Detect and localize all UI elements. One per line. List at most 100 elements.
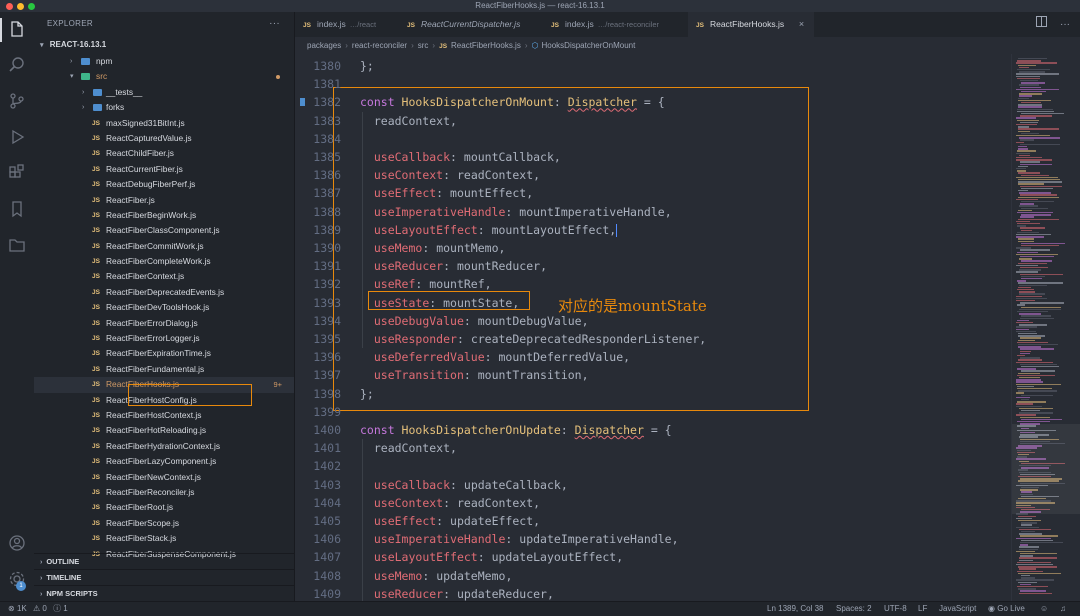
code-line[interactable]: 1389 useLayoutEffect: mountLayoutEffect, [295, 221, 1011, 239]
code-line[interactable]: 1394 useDebugValue: mountDebugValue, [295, 312, 1011, 330]
minimap[interactable] [1011, 54, 1080, 601]
code-line[interactable]: 1383 readContext, [295, 112, 1011, 130]
code-line[interactable]: 1406 useImperativeHandle: updateImperati… [295, 530, 1011, 548]
split-editor-icon[interactable] [1036, 12, 1047, 37]
outline-section[interactable]: › OUTLINE [34, 553, 294, 568]
tree-file[interactable]: JS ReactFiberHydrationContext.js [34, 439, 294, 454]
code-line[interactable]: 1395 useResponder: createDeprecatedRespo… [295, 330, 1011, 348]
source-control-icon[interactable] [7, 92, 27, 112]
code-line[interactable]: 1390 useMemo: mountMemo, [295, 239, 1011, 257]
code-line[interactable]: 1382 const HooksDispatcherOnMount: Dispat… [295, 93, 1011, 111]
code-line[interactable]: 1404 useContext: readContext, [295, 494, 1011, 512]
close-window-button[interactable] [6, 3, 13, 10]
code-line[interactable]: 1405 useEffect: updateEffect, [295, 512, 1011, 530]
indentation[interactable]: Spaces: 2 [836, 602, 872, 616]
code-line[interactable]: 1407 useLayoutEffect: updateLayoutEffect… [295, 548, 1011, 566]
tree-file[interactable]: JS ReactFiberClassComponent.js [34, 223, 294, 238]
tree-file[interactable]: JS ReactFiberRoot.js [34, 500, 294, 515]
code-line[interactable]: 1399 [295, 403, 1011, 421]
tree-file[interactable]: JS ReactFiberLazyComponent.js [34, 454, 294, 469]
tree-file[interactable]: JS ReactFiberCompleteWork.js [34, 254, 294, 269]
account-icon[interactable] [7, 534, 27, 554]
tree-file[interactable]: JS ReactFiberDeprecatedEvents.js [34, 285, 294, 300]
tab-index-react-reconciler[interactable]: JS index.js …/react-reconciler [551, 12, 659, 37]
tree-file[interactable]: JS ReactFiberHotReloading.js [34, 423, 294, 438]
tree-file[interactable]: JS ReactFiberReconciler.js [34, 485, 294, 500]
tree-folder[interactable]: › __tests__ [34, 85, 294, 100]
code-line[interactable]: 1409 useReducer: updateReducer, [295, 585, 1011, 601]
tree-file[interactable]: JS ReactDebugFiberPerf.js [34, 177, 294, 192]
tree-file[interactable]: JS ReactFiberScope.js [34, 516, 294, 531]
bookmark-icon[interactable] [7, 200, 27, 220]
tree-file[interactable]: JS ReactCurrentFiber.js [34, 162, 294, 177]
code-line[interactable]: 1401 readContext, [295, 439, 1011, 457]
code-line[interactable]: 1403 useCallback: updateCallback, [295, 476, 1011, 494]
minimize-window-button[interactable] [17, 3, 24, 10]
tab-index-react[interactable]: JS index.js …/react [303, 12, 376, 37]
tab-react-current-dispatcher[interactable]: JS ReactCurrentDispatcher.js [407, 12, 520, 37]
breadcrumb-item[interactable]: react-reconciler [352, 41, 407, 50]
problems-indicator[interactable]: ⊗ 1K ⚠ 0 ⓘ 1 [8, 602, 68, 616]
tree-folder[interactable]: ▾ src [34, 69, 294, 84]
code-line[interactable]: 1398}; [295, 385, 1011, 403]
settings-gear-icon[interactable]: 1 [7, 570, 27, 591]
run-debug-icon[interactable] [7, 128, 27, 148]
code-line[interactable]: 1388 useImperativeHandle: mountImperativ… [295, 203, 1011, 221]
tree-folder[interactable]: › forks [34, 100, 294, 115]
code-line[interactable]: 1393 useState: mountState, [295, 294, 1011, 312]
code-line[interactable]: 1384 [295, 130, 1011, 148]
maximize-window-button[interactable] [28, 3, 35, 10]
code-line[interactable]: 1387 useEffect: mountEffect, [295, 184, 1011, 202]
tree-file[interactable]: JS ReactFiberCommitWork.js [34, 239, 294, 254]
close-icon[interactable]: × [799, 12, 804, 37]
language-mode[interactable]: JavaScript [939, 602, 976, 616]
encoding[interactable]: UTF-8 [884, 602, 907, 616]
tree-file[interactable]: JS ReactFiberErrorDialog.js [34, 316, 294, 331]
tree-file[interactable]: JS ReactFiberExpirationTime.js [34, 346, 294, 361]
notifications-icon[interactable]: ♫ [1060, 602, 1066, 616]
tab-react-fiber-hooks[interactable]: JS ReactFiberHooks.js × [688, 12, 815, 37]
bookmark-icon[interactable] [300, 98, 305, 107]
breadcrumb-item[interactable]: packages [307, 41, 341, 50]
more-actions-button[interactable]: ··· [269, 12, 280, 36]
code-line[interactable]: 1391 useReducer: mountReducer, [295, 257, 1011, 275]
tree-file[interactable]: JS ReactFiberDevToolsHook.js [34, 300, 294, 315]
tree-folder[interactable]: › npm [34, 54, 294, 69]
end-of-line[interactable]: LF [918, 602, 927, 616]
code-line[interactable]: 1380}; [295, 57, 1011, 75]
tree-file[interactable]: JS ReactFiberNewContext.js [34, 470, 294, 485]
tree-file[interactable]: JS ReactFiberStack.js [34, 531, 294, 546]
tree-file[interactable]: JS ReactFiberContext.js [34, 269, 294, 284]
go-live-button[interactable]: ◉ Go Live [988, 602, 1025, 616]
code-line[interactable]: 1386 useContext: readContext, [295, 166, 1011, 184]
workspace-root[interactable]: ▾ REACT-16.13.1 [34, 36, 294, 53]
folder-icon[interactable] [7, 236, 27, 256]
code-line[interactable]: 1408 useMemo: updateMemo, [295, 567, 1011, 585]
npm-scripts-section[interactable]: › NPM SCRIPTS [34, 585, 294, 600]
breadcrumb-item[interactable]: src [418, 41, 429, 50]
tree-file[interactable]: JS ReactCapturedValue.js [34, 131, 294, 146]
tree-file[interactable]: JS ReactFiber.js [34, 193, 294, 208]
minimap-viewport-slider[interactable] [1012, 424, 1080, 514]
tree-file[interactable]: JS ReactFiberBeginWork.js [34, 208, 294, 223]
tree-file[interactable]: JS ReactFiberHostContext.js [34, 408, 294, 423]
tree-file[interactable]: JS ReactFiberErrorLogger.js [34, 331, 294, 346]
code-editor[interactable]: 对应的是mountState 1380}; 1381 1382 const Hooks… [295, 54, 1011, 601]
breadcrumb-item[interactable]: ReactFiberHooks.js [451, 41, 521, 50]
cursor-position[interactable]: Ln 1389, Col 38 [767, 602, 824, 616]
code-line[interactable]: 1397 useTransition: mountTransition, [295, 366, 1011, 384]
breadcrumb-item[interactable]: HooksDispatcherOnMount [542, 41, 636, 50]
tree-file[interactable]: JS maxSigned31BitInt.js [34, 116, 294, 131]
more-actions-icon[interactable]: ··· [1060, 12, 1070, 37]
code-line[interactable]: 1392 useRef: mountRef, [295, 275, 1011, 293]
code-line[interactable]: 1402 [295, 457, 1011, 475]
search-icon[interactable] [7, 56, 27, 76]
code-line[interactable]: 1381 [295, 75, 1011, 93]
tree-file[interactable]: JS ReactChildFiber.js [34, 146, 294, 161]
code-line[interactable]: 1400 const HooksDispatcherOnUpdate: Dispa… [295, 421, 1011, 439]
files-icon[interactable] [0, 18, 27, 42]
timeline-section[interactable]: › TIMELINE [34, 569, 294, 584]
extensions-icon[interactable] [7, 164, 27, 184]
code-line[interactable]: 1385 useCallback: mountCallback, [295, 148, 1011, 166]
code-line[interactable]: 1396 useDeferredValue: mountDeferredValu… [295, 348, 1011, 366]
